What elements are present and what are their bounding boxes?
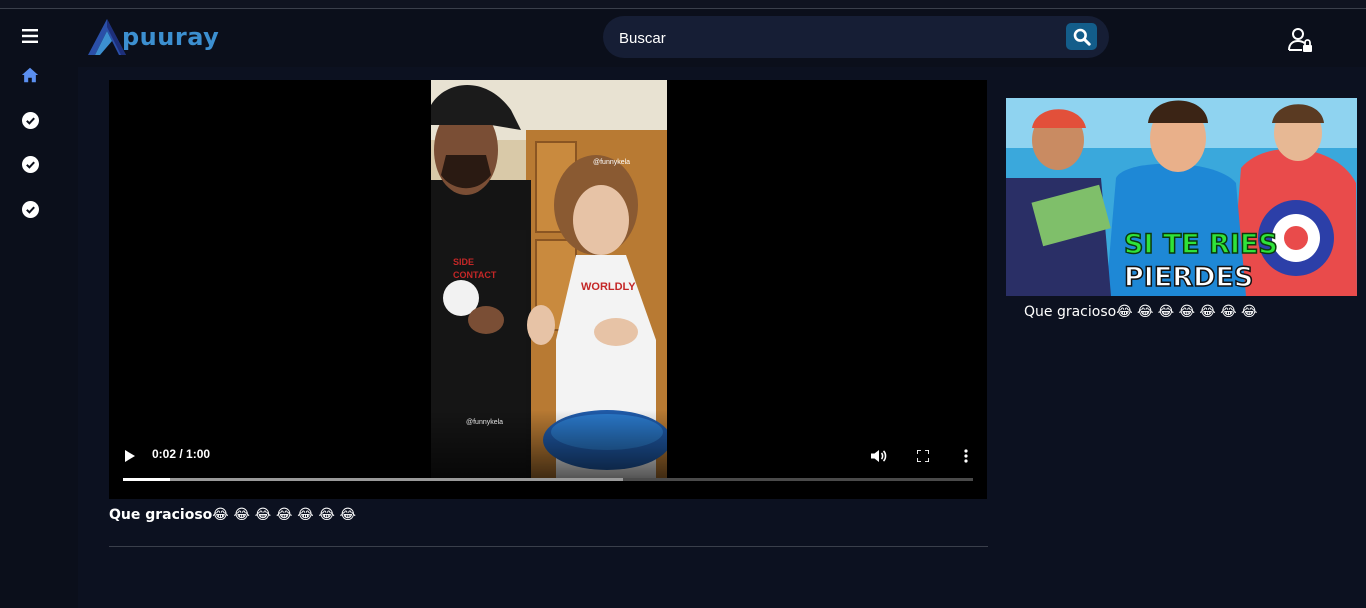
player-controls [109, 410, 987, 499]
recommended-thumbnail[interactable]: SI TE RIES PIERDES [1006, 98, 1357, 296]
check-circle-icon[interactable] [21, 200, 39, 218]
volume-icon [871, 450, 887, 462]
video-title: Que gracioso😂 😂 😂 😂 😂 😂 😂 [109, 507, 357, 523]
brand-name: puuray [122, 23, 220, 51]
watermark-top: @funnykela [593, 159, 630, 166]
more-options-button[interactable] [958, 447, 974, 465]
svg-text:CONTACT: CONTACT [453, 270, 497, 280]
video-player[interactable]: SIDE CONTACT WORLDLY @funnykela @funnyke… [109, 80, 987, 499]
logo[interactable]: puuray [86, 16, 219, 58]
fullscreen-icon [917, 450, 929, 462]
thumbnail-line1: SI TE RIES [1124, 229, 1278, 260]
home-icon[interactable] [21, 66, 39, 84]
shirt-text: WORLDLY [581, 281, 636, 293]
check-circle-icon[interactable] [21, 155, 39, 173]
check-circle-icon[interactable] [21, 111, 39, 129]
search-icon [1073, 28, 1091, 46]
thumbnail-picture: SI TE RIES PIERDES [1006, 98, 1357, 296]
played-bar [123, 478, 170, 481]
search-button[interactable] [1066, 23, 1097, 50]
kebab-menu-icon [964, 449, 968, 463]
user-lock-icon[interactable] [1286, 26, 1316, 54]
top-border [0, 0, 1366, 9]
play-button[interactable] [123, 448, 137, 464]
volume-button[interactable] [869, 447, 889, 465]
menu-icon[interactable] [21, 27, 39, 45]
thumbnail-line2: PIERDES [1124, 262, 1253, 293]
svg-text:SIDE: SIDE [453, 257, 474, 267]
buffered-bar [123, 478, 623, 481]
sidebar [0, 9, 78, 608]
play-icon [125, 450, 135, 462]
time-display: 0:02 / 1:00 [152, 447, 211, 461]
recommended-title[interactable]: Que gracioso😂 😂 😂 😂 😂 😂 😂 [1024, 304, 1257, 320]
divider [109, 546, 988, 547]
search-bar [603, 16, 1109, 58]
fullscreen-button[interactable] [914, 447, 932, 465]
search-input[interactable] [617, 25, 1051, 51]
progress-bar[interactable] [123, 478, 973, 481]
